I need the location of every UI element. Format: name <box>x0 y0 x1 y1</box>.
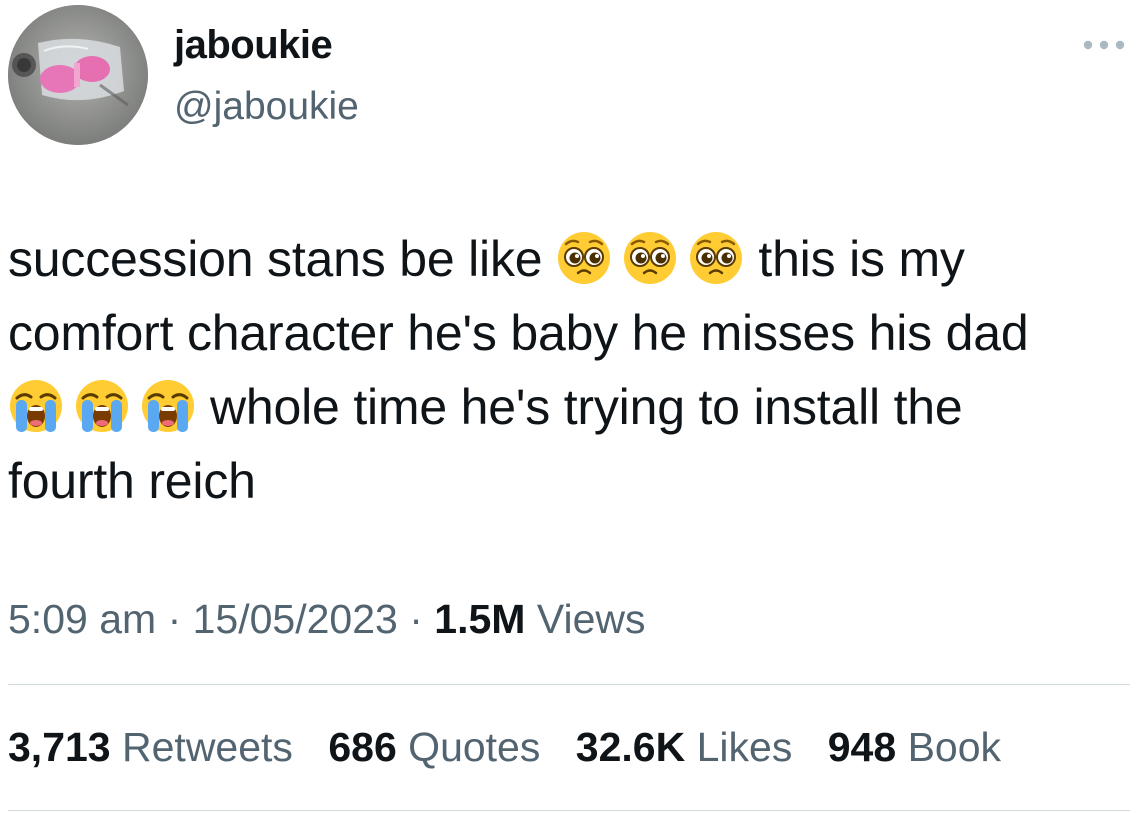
meta-separator: · <box>409 596 423 642</box>
tweet-line: succession stans be like this is my <box>8 222 1132 296</box>
bookmarks-label: Book <box>907 724 1002 770</box>
bookmarks-count: 948 <box>827 724 897 770</box>
pleading-face-icon <box>690 232 743 284</box>
loudly-crying-face-icon <box>10 380 62 432</box>
divider <box>8 684 1130 685</box>
engagement-stats: 3,713 Retweets 686 Quotes 32.6K Likes 94… <box>8 724 1025 771</box>
loudly-crying-face-icon <box>142 380 194 432</box>
loudly-crying-face-icon <box>76 380 128 432</box>
tweet-text: succession stans be like this is my comf… <box>8 222 1132 518</box>
tweet-time[interactable]: 5:09 am <box>8 596 156 642</box>
tweet-line: whole time he's trying to install the <box>8 370 1132 444</box>
avatar-photo <box>8 5 148 145</box>
display-name[interactable]: jaboukie <box>174 23 333 68</box>
quotes-count: 686 <box>328 724 397 770</box>
tweet-text-segment: succession stans be like <box>8 231 543 287</box>
pleading-face-icon <box>624 232 677 284</box>
tweet-text-segment: this is my <box>758 231 965 287</box>
retweets-count: 3,713 <box>8 724 111 770</box>
likes-count: 32.6K <box>575 724 686 770</box>
tweet-line: fourth reich <box>8 453 256 509</box>
tweet-header: jaboukie @jaboukie <box>8 5 1130 145</box>
avatar[interactable] <box>8 5 148 145</box>
quotes-stat[interactable]: 686 Quotes <box>328 724 540 771</box>
meta-separator: · <box>167 596 182 642</box>
bookmarks-stat[interactable]: 948 Book <box>828 724 1001 771</box>
views-label: Views <box>536 596 646 642</box>
tweet-date[interactable]: 15/05/2023 <box>193 596 398 642</box>
likes-stat[interactable]: 32.6K Likes <box>576 724 793 771</box>
quotes-label: Quotes <box>408 724 541 770</box>
pleading-face-icon <box>558 232 611 284</box>
more-icon <box>1083 40 1125 50</box>
tweet-line: comfort character he's baby he misses hi… <box>8 305 1029 361</box>
retweets-stat[interactable]: 3,713 Retweets <box>8 724 293 771</box>
likes-label: Likes <box>696 724 793 770</box>
user-handle[interactable]: @jaboukie <box>174 85 359 129</box>
tweet-meta: 5:09 am · 15/05/2023 · 1.5M Views <box>8 596 646 643</box>
views-count: 1.5M <box>434 596 526 642</box>
divider <box>8 810 1130 811</box>
tweet-text-segment: whole time he's trying to install the <box>210 379 963 435</box>
retweets-label: Retweets <box>122 724 293 770</box>
more-options-button[interactable] <box>1078 31 1130 59</box>
